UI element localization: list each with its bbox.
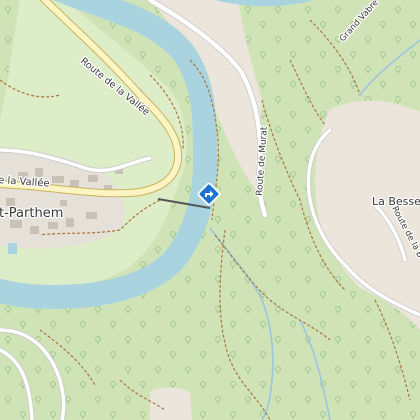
label-village: t-Parthem	[0, 206, 63, 221]
map-canvas[interactable]: Route de la Vallée e la Vallée Route de …	[0, 0, 420, 420]
label-la-besse: La Besse	[372, 195, 420, 208]
pool	[8, 243, 17, 254]
direction-arrow-icon	[197, 182, 221, 206]
clearing-south	[150, 387, 192, 420]
river-top-right	[215, 0, 315, 7]
map-view[interactable]: Route de la Vallée e la Vallée Route de …	[0, 0, 420, 420]
direction-marker[interactable]	[196, 181, 222, 207]
